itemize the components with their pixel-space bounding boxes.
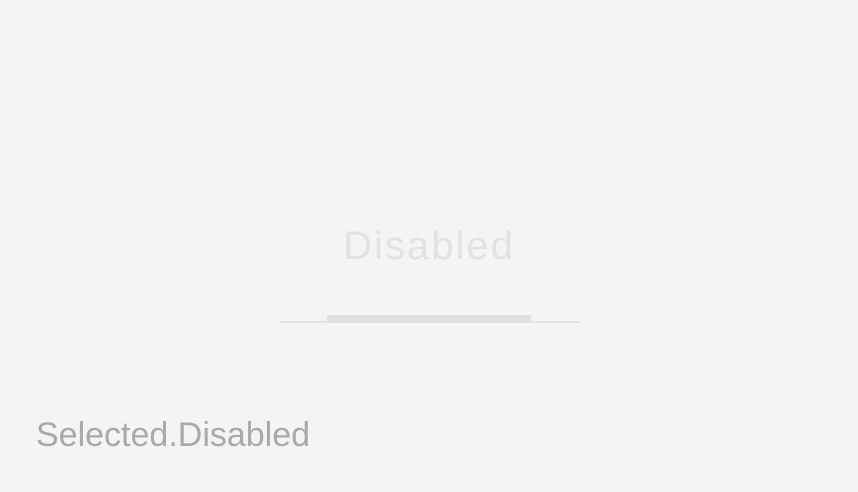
preview-canvas: Disabled Selected.Disabled — [0, 0, 858, 492]
selected-indicator — [327, 315, 531, 323]
state-caption: Selected.Disabled — [36, 416, 311, 454]
tab-label: Disabled — [343, 224, 515, 268]
disabled-selected-tab: Disabled — [279, 222, 579, 324]
